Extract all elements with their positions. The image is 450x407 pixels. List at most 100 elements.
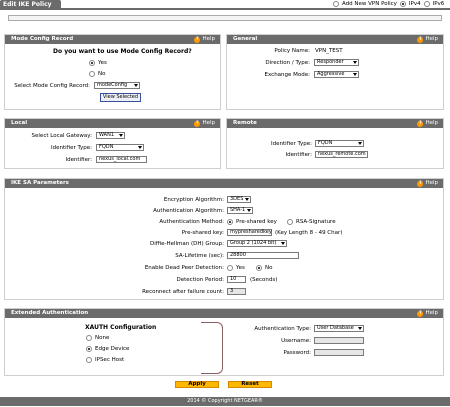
mode-config-select[interactable]: modeConfig	[94, 82, 140, 89]
general-panel: General ? Help Policy Name: VPN_TEST Dire…	[226, 34, 444, 110]
chevron-down-icon	[281, 242, 285, 245]
xauth-header: Extended Authentication ? Help	[5, 309, 443, 318]
xauth-panel: Extended Authentication ? Help XAUTH Conf…	[4, 308, 444, 376]
local-id-type-label: Identifier Type:	[50, 145, 92, 151]
auth-algorithm-select[interactable]: SHA-1	[227, 207, 253, 214]
psk-label: Pre-shared key:	[181, 230, 224, 236]
sa-lifetime-input[interactable]: 28800	[227, 252, 299, 259]
xauth-ipsec-radio[interactable]	[86, 357, 92, 363]
view-selected-button[interactable]: View Selected	[100, 93, 141, 102]
dpd-no-option[interactable]: No	[256, 265, 272, 271]
xauth-help[interactable]: ? Help	[417, 309, 438, 318]
local-id-type-select[interactable]: FQDN	[96, 144, 144, 151]
chevron-down-icon	[353, 73, 357, 76]
direction-select-value: Responder	[317, 59, 344, 65]
general-title: General	[233, 36, 258, 42]
dpd-yes-radio[interactable]	[227, 265, 233, 271]
add-new-vpn-policy-link[interactable]: Add New VPN Policy	[342, 1, 397, 7]
reset-button[interactable]: Reset	[228, 381, 272, 388]
auth-method-rsa-label: RSA-Signature	[296, 219, 336, 225]
mode-config-help[interactable]: ? Help	[194, 35, 215, 44]
psk-input[interactable]: mypresharedkey	[227, 229, 272, 236]
local-gateway-select[interactable]: WAN1	[96, 132, 125, 139]
local-help[interactable]: ? Help	[194, 119, 215, 128]
apply-button[interactable]: Apply	[175, 381, 219, 388]
xauth-none-radio[interactable]	[86, 335, 92, 341]
dpd-label: Enable Dead Peer Detection:	[144, 265, 224, 271]
auth-method-psk-radio[interactable]	[227, 219, 233, 225]
help-label: Help	[425, 310, 438, 316]
username-label: Username:	[281, 338, 311, 344]
local-panel: Local ? Help Select Local Gateway: WAN1 I…	[4, 118, 221, 169]
help-icon: ?	[417, 120, 424, 127]
exchange-mode-select-value: Aggressive	[317, 71, 345, 77]
mode-config-no-radio[interactable]	[89, 71, 95, 77]
local-id-type-select-value: FQDN	[99, 144, 114, 150]
dpd-no-radio[interactable]	[256, 265, 262, 271]
xauth-edge-option[interactable]: Edge Device	[86, 346, 129, 352]
xauth-title: Extended Authentication	[11, 310, 89, 316]
reconnect-label: Reconnect after failure count:	[142, 289, 224, 295]
mode-config-yes-option[interactable]: Yes	[89, 60, 107, 66]
help-label: Help	[202, 36, 215, 42]
psk-hint: (Key Length 8 - 49 Char)	[275, 230, 343, 236]
ike-sa-panel: IKE SA Parameters ? Help Encryption Algor…	[4, 178, 444, 300]
help-label: Help	[425, 36, 438, 42]
local-identifier-label: Identifier:	[65, 157, 92, 163]
mode-config-yes-radio[interactable]	[89, 60, 95, 66]
username-input[interactable]	[314, 337, 364, 344]
help-icon: ?	[417, 36, 424, 43]
mode-config-panel: Mode Config Record ? Help Do you want to …	[4, 34, 221, 110]
exchange-mode-select[interactable]: Aggressive	[314, 71, 359, 78]
remote-help[interactable]: ? Help	[417, 119, 438, 128]
remote-panel: Remote ? Help Identifier Type: FQDN Ident…	[226, 118, 444, 169]
general-help[interactable]: ? Help	[417, 35, 438, 44]
dpd-yes-option[interactable]: Yes	[227, 265, 245, 271]
xauth-none-label: None	[95, 335, 110, 341]
chevron-down-icon	[119, 134, 123, 137]
detection-period-label: Detection Period:	[176, 277, 224, 283]
ike-sa-help[interactable]: ? Help	[417, 179, 438, 188]
ipv4-label: IPv4	[408, 1, 421, 7]
auth-method-psk-option[interactable]: Pre-shared key	[227, 219, 277, 225]
local-header: Local ? Help	[5, 119, 220, 128]
detection-period-unit: (Seconds)	[250, 277, 278, 283]
auth-method-rsa-option[interactable]: RSA-Signature	[287, 219, 336, 225]
local-identifier-input[interactable]: nexus_local.com	[96, 156, 147, 163]
auth-method-label: Authentication Method:	[159, 219, 224, 225]
help-label: Help	[425, 180, 438, 186]
dpd-no-label: No	[265, 265, 273, 271]
remote-identifier-input[interactable]: nexus_remote.com	[315, 151, 368, 158]
encryption-select[interactable]: 3DES	[227, 196, 251, 203]
ipv6-radio[interactable]	[423, 1, 430, 7]
policy-name-value: VPN_TEST	[315, 48, 343, 54]
xauth-edge-radio[interactable]	[86, 346, 92, 352]
remote-identifier-label: Identifier:	[285, 152, 312, 158]
add-vpn-icon[interactable]	[333, 1, 339, 7]
remote-id-type-select[interactable]: FQDN	[315, 140, 364, 147]
mode-config-yes-label: Yes	[98, 60, 107, 66]
direction-select[interactable]: Responder	[314, 59, 359, 66]
chevron-down-icon	[358, 142, 362, 145]
dh-group-select-value: Group 2 (1024 bit)	[230, 240, 277, 246]
reconnect-input[interactable]: 3	[227, 288, 246, 295]
xauth-ipsec-label: IPSec Host	[95, 357, 125, 363]
ipv6-label: IPv6	[432, 1, 445, 7]
local-gateway-label: Select Local Gateway:	[31, 133, 92, 139]
mode-config-no-option[interactable]: No	[89, 71, 105, 77]
auth-type-label: Authentication Type:	[254, 326, 311, 332]
dh-group-select[interactable]: Group 2 (1024 bit)	[227, 240, 287, 247]
chevron-down-icon	[138, 146, 142, 149]
auth-method-rsa-radio[interactable]	[287, 219, 293, 225]
help-label: Help	[425, 120, 438, 126]
ipv4-radio[interactable]	[399, 1, 406, 7]
detection-period-input[interactable]: 10	[227, 276, 246, 283]
password-input[interactable]	[314, 349, 364, 356]
auth-type-select[interactable]: User Database	[314, 325, 364, 332]
dpd-yes-label: Yes	[236, 265, 245, 271]
help-icon: ?	[194, 36, 201, 43]
ike-sa-header: IKE SA Parameters ? Help	[5, 179, 443, 188]
xauth-none-option[interactable]: None	[86, 335, 109, 341]
footer-copyright: 2014 © Copyright NETGEAR®	[0, 397, 450, 406]
xauth-ipsec-option[interactable]: IPSec Host	[86, 357, 124, 363]
